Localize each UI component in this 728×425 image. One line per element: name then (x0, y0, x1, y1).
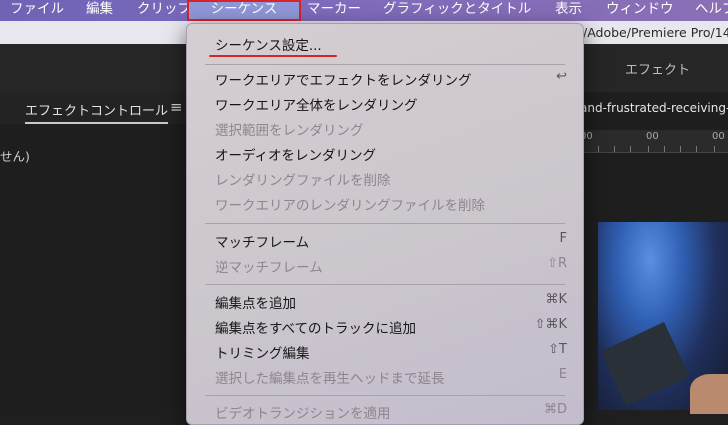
ruler-tick (680, 146, 681, 152)
menu-item-match-frame[interactable]: マッチフレーム (215, 231, 309, 251)
ruler-tick (648, 146, 649, 152)
menu-window[interactable]: ウィンドウ (606, 0, 674, 21)
ruler-tick (696, 146, 697, 152)
tab-effect-controls[interactable]: エフェクトコントロール (25, 100, 169, 124)
menu-item-delete-render-files[interactable]: レンダリングファイルを削除 (215, 169, 391, 189)
menu-separator (205, 64, 565, 65)
menu-item-reverse-match-frame[interactable]: 逆マッチフレーム (215, 256, 323, 276)
ruler-tick (598, 146, 599, 152)
menu-item-render-entire-work-area[interactable]: ワークエリア全体をレンダリング (215, 94, 418, 114)
menu-marker[interactable]: マーカー (307, 0, 361, 21)
shortcut-label: ⇧R (547, 256, 567, 271)
video-shape (690, 374, 728, 414)
shortcut-label: ⇧T (548, 342, 567, 357)
highlight-underline (209, 55, 337, 57)
menu-item-trim-edit[interactable]: トリミング編集 (215, 342, 310, 362)
menu-file[interactable]: ファイル (10, 0, 64, 21)
menu-clip[interactable]: クリップ (137, 0, 191, 21)
menu-separator (205, 223, 565, 224)
return-icon: ↩ (556, 69, 567, 84)
ruler-tick (664, 146, 665, 152)
ruler-tick (614, 146, 615, 152)
menu-item-render-effects-work-area[interactable]: ワークエリアでエフェクトをレンダリング (215, 69, 472, 89)
ruler-label: 00 (712, 131, 725, 142)
menu-sequence[interactable]: シーケンス (187, 0, 301, 21)
menu-item-render-audio[interactable]: オーディオをレンダリング (215, 144, 376, 164)
menu-bar: ファイル 編集 クリップ シーケンス マーカー グラフィックとタイトル 表示 ウ… (0, 0, 728, 21)
menu-item-render-selection[interactable]: 選択範囲をレンダリング (215, 119, 364, 139)
menu-item-delete-work-area-render-files[interactable]: ワークエリアのレンダリングファイルを削除 (215, 194, 485, 214)
ruler-tick (714, 146, 715, 152)
ruler-label: 00 (646, 131, 659, 142)
window-path: /Adobe/Premiere Pro/14.0 (583, 25, 728, 40)
tab-effects[interactable]: エフェクト (625, 59, 690, 78)
menu-item-add-edit[interactable]: 編集点を追加 (215, 292, 296, 312)
menu-item-sequence-settings[interactable]: シーケンス設定... (215, 34, 322, 54)
truncated-label: せん) (0, 149, 30, 164)
shortcut-label: ⇧⌘K (534, 317, 567, 332)
menu-edit[interactable]: 編集 (86, 0, 113, 21)
menu-help[interactable]: ヘルプ (695, 0, 728, 21)
menu-item-extend-edit-to-playhead[interactable]: 選択した編集点を再生ヘッドまで延長 (215, 367, 445, 387)
ruler-tick (630, 146, 631, 152)
shortcut-label: F (559, 231, 567, 246)
sequence-dropdown-menu: シーケンス設定... ワークエリアでエフェクトをレンダリング ↩ ワークエリア全… (186, 23, 584, 425)
clip-name: and-frustrated-receiving-a-me (580, 101, 728, 115)
menu-item-add-edit-all-tracks[interactable]: 編集点をすべてのトラックに追加 (215, 317, 416, 337)
menu-view[interactable]: 表示 (555, 0, 582, 21)
menu-graphics-titles[interactable]: グラフィックとタイトル (383, 0, 531, 21)
menu-separator (205, 284, 565, 285)
menu-separator (205, 395, 565, 396)
panel-menu-icon[interactable]: ≡ (170, 98, 183, 116)
shortcut-label: E (558, 367, 567, 382)
shortcut-label: ⌘K (545, 292, 567, 307)
menu-item-apply-video-transition[interactable]: ビデオトランジションを適用 (215, 402, 391, 422)
time-ruler[interactable]: 00 00 00 (580, 130, 728, 153)
